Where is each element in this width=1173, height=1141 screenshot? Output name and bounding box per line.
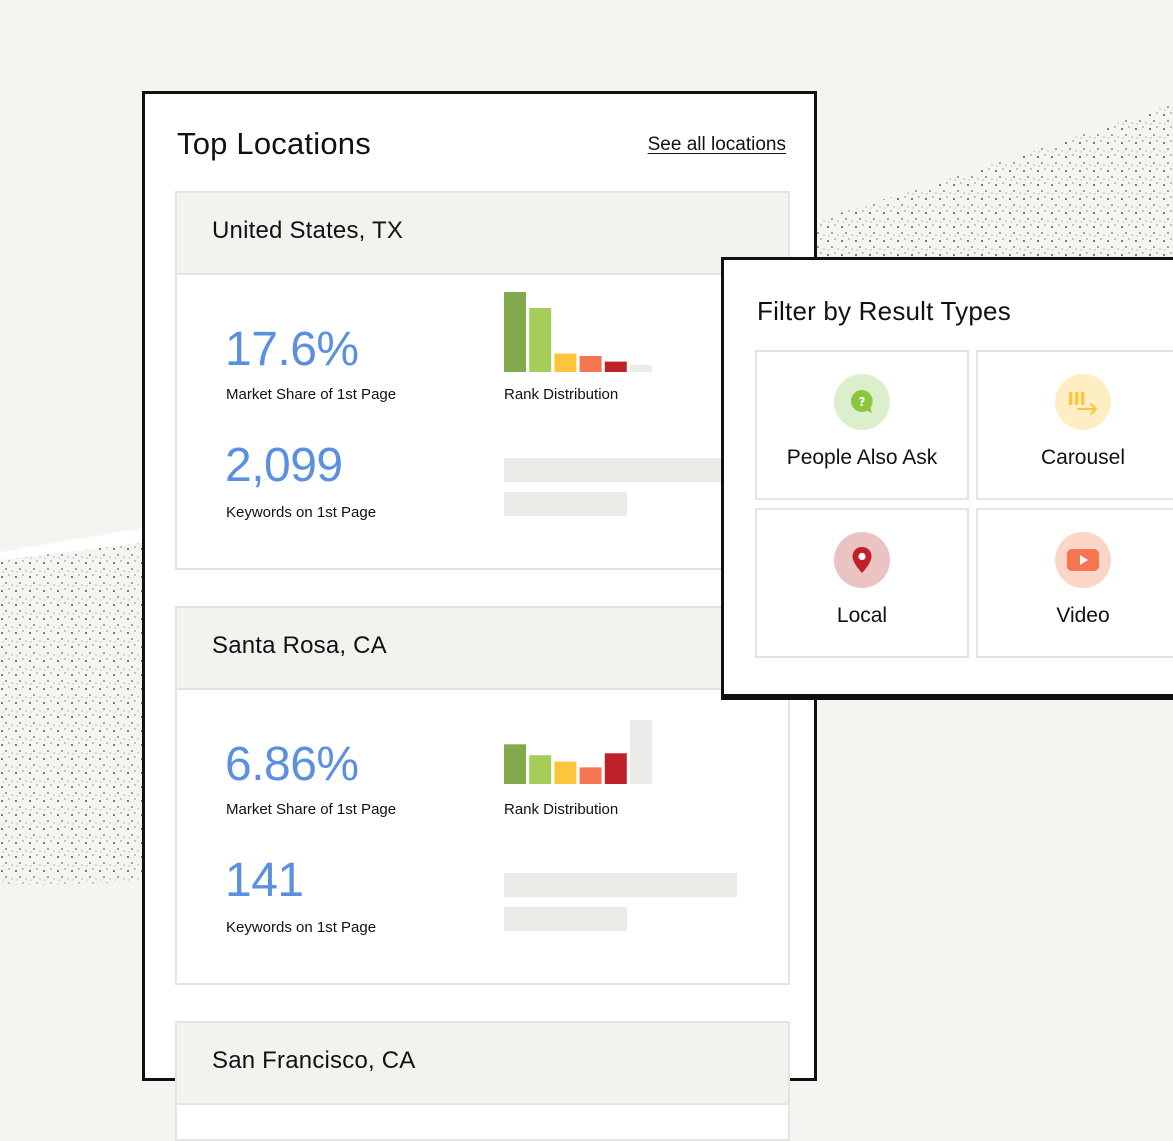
location-name: United States, TX	[212, 217, 404, 244]
rank-distribution-chart	[504, 720, 652, 784]
rank-bar	[579, 356, 602, 372]
filter-title: Filter by Result Types	[757, 296, 1011, 326]
placeholder-bar	[504, 873, 737, 897]
filter-local[interactable]: Local	[755, 508, 969, 658]
rank-bar	[554, 353, 577, 372]
rank-bar	[529, 755, 552, 784]
filter-carousel[interactable]: Carousel	[976, 350, 1173, 500]
placeholder-bar	[504, 907, 627, 931]
market-share-value: 6.86%	[225, 738, 359, 791]
carousel-icon	[1055, 374, 1111, 430]
market-share-value: 17.6%	[225, 323, 359, 376]
rank-distribution-chart	[504, 292, 652, 372]
rank-bar	[554, 761, 577, 784]
location-name: San Francisco, CA	[212, 1047, 416, 1074]
filter-video[interactable]: Video	[976, 508, 1173, 658]
question-bubble-icon: ?	[834, 374, 890, 430]
card-title: Top Locations	[177, 126, 371, 161]
location-card[interactable]: Santa Rosa, CA 6.86% Market Share of 1st…	[175, 606, 790, 985]
location-body: 17.6% Market Share of 1st Page Rank Dist…	[177, 275, 788, 570]
filter-result-types-panel: Filter by Result Types ? People Also Ask…	[721, 257, 1173, 700]
location-card[interactable]: United States, TX 17.6% Market Share of …	[175, 191, 790, 570]
top-locations-card: Top Locations See all locations United S…	[142, 91, 817, 1141]
filter-label: Video	[1056, 604, 1110, 627]
see-all-locations-link[interactable]: See all locations	[648, 134, 786, 156]
video-play-icon	[1055, 532, 1111, 588]
location-header: Santa Rosa, CA	[177, 608, 788, 690]
placeholder-bar	[504, 492, 627, 516]
filter-label: Carousel	[1040, 446, 1126, 469]
rank-bar	[504, 292, 526, 372]
keywords-label: Keywords on 1st Page	[226, 504, 377, 521]
keywords-value: 141	[225, 854, 304, 907]
rank-bar	[604, 361, 627, 372]
rank-bar	[504, 744, 526, 784]
rank-bar	[604, 753, 627, 784]
filter-label: Local	[836, 604, 888, 627]
location-card[interactable]: San Francisco, CA	[175, 1021, 790, 1141]
keywords-value: 2,099	[225, 439, 343, 492]
location-body: 6.86% Market Share of 1st Page Rank Dist…	[177, 690, 788, 985]
market-share-label: Market Share of 1st Page	[226, 801, 397, 818]
keywords-label: Keywords on 1st Page	[226, 919, 377, 936]
rank-bar	[529, 308, 552, 372]
market-share-label: Market Share of 1st Page	[226, 386, 397, 403]
rank-bar	[579, 767, 602, 784]
filter-people-also-ask[interactable]: ? People Also Ask	[755, 350, 969, 500]
location-header: San Francisco, CA	[177, 1023, 788, 1105]
rank-bar	[630, 720, 652, 784]
svg-text:?: ?	[859, 395, 866, 409]
placeholder-bar	[504, 458, 737, 482]
map-pin-icon	[834, 532, 890, 588]
filter-label: People Also Ask	[786, 446, 938, 469]
rank-distribution-label: Rank Distribution	[504, 801, 619, 818]
rank-bar	[630, 364, 652, 372]
location-header: United States, TX	[177, 193, 788, 275]
location-name: Santa Rosa, CA	[212, 632, 387, 659]
rank-distribution-label: Rank Distribution	[504, 386, 619, 403]
